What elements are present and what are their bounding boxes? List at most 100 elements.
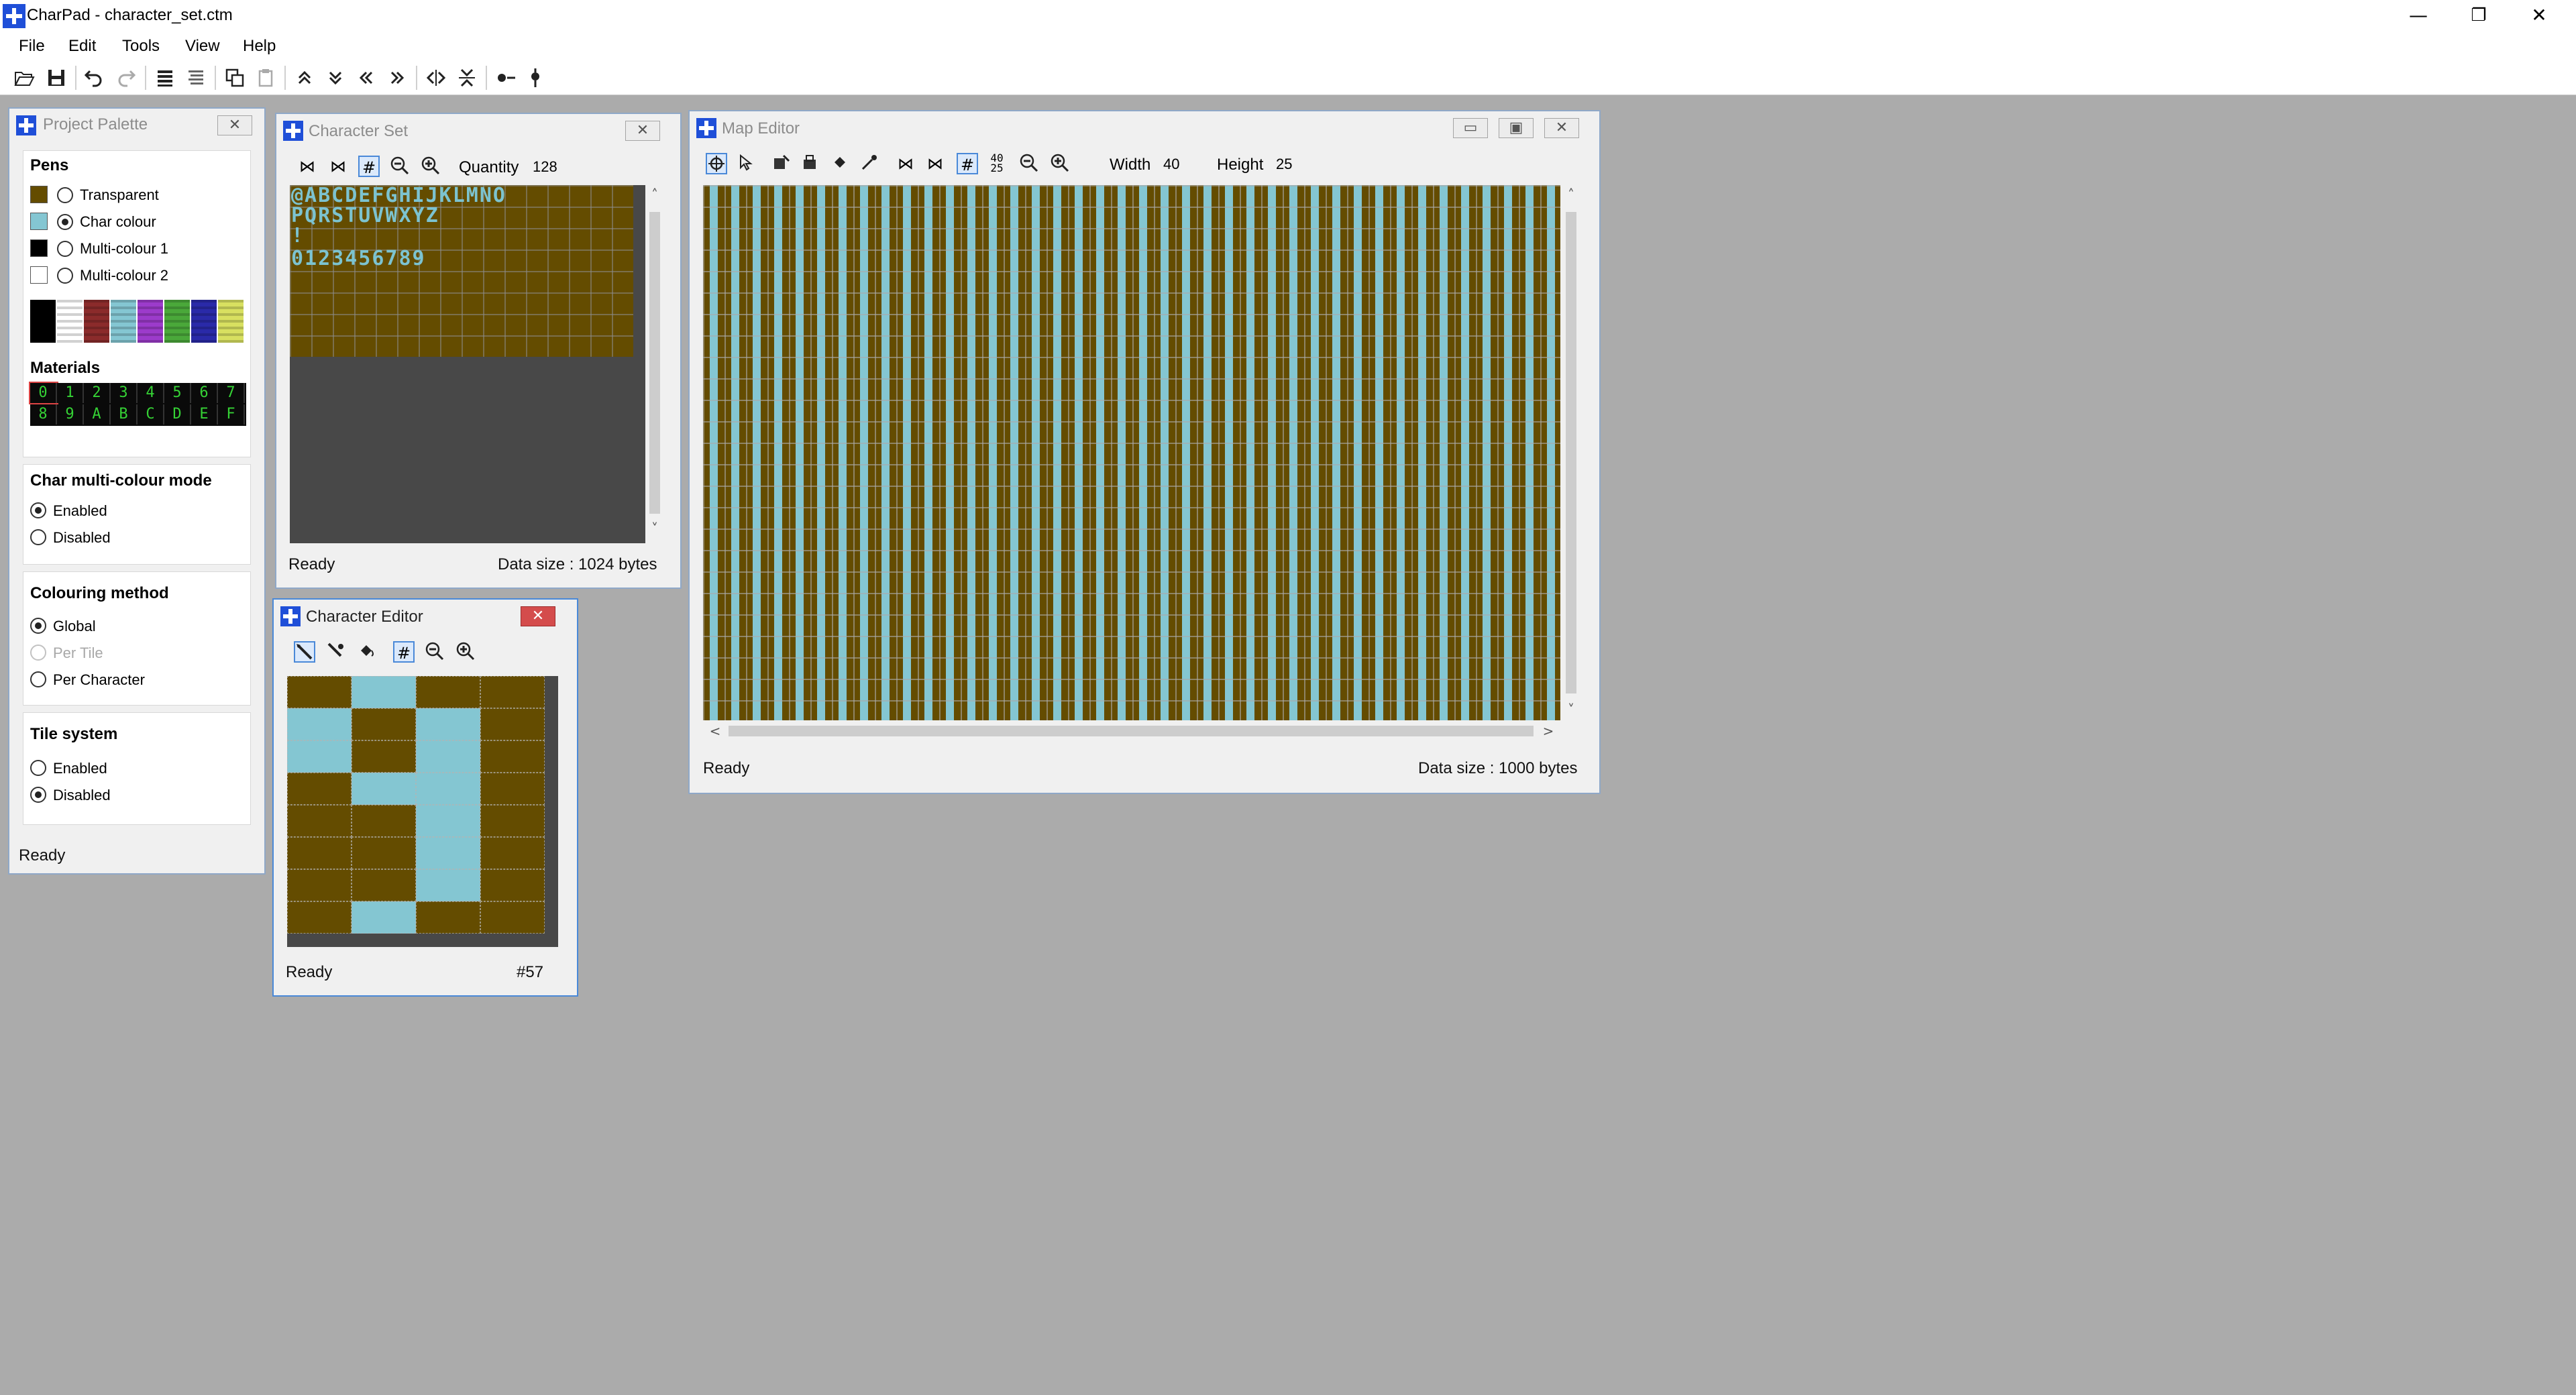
colouring-per-character-radio[interactable] bbox=[30, 671, 46, 687]
character-set-scrollbar[interactable]: ˄ ˅ bbox=[645, 185, 664, 543]
grid-toggle-icon[interactable]: # bbox=[358, 156, 380, 177]
eyedropper-icon[interactable] bbox=[859, 153, 880, 174]
flip-horizontal-icon[interactable] bbox=[425, 67, 447, 89]
grid-toggle-icon[interactable]: # bbox=[957, 153, 978, 174]
pixel-cell[interactable] bbox=[416, 837, 480, 869]
pencil-icon[interactable] bbox=[294, 641, 315, 663]
save-icon[interactable] bbox=[46, 67, 67, 89]
scroll-left-icon[interactable]: < bbox=[707, 723, 723, 739]
material-cell[interactable]: 4 bbox=[138, 383, 164, 403]
pixel-cell[interactable] bbox=[416, 740, 480, 773]
mirror-h-icon[interactable]: ⋈ bbox=[297, 156, 318, 177]
pixel-cell[interactable] bbox=[287, 805, 352, 837]
palette-colour-swatch[interactable] bbox=[218, 300, 244, 343]
pixel-cell[interactable] bbox=[352, 676, 416, 708]
palette-colour-swatch[interactable] bbox=[30, 300, 56, 343]
multicolour-enabled-radio[interactable] bbox=[30, 502, 46, 518]
menu-view[interactable]: View bbox=[185, 37, 220, 56]
pen-radio-multicolour-2[interactable] bbox=[57, 268, 73, 284]
material-cell[interactable]: 1 bbox=[57, 383, 84, 403]
pixel-cell[interactable] bbox=[287, 901, 352, 934]
list-icon[interactable] bbox=[154, 67, 176, 89]
scroll-down-icon[interactable]: ˅ bbox=[645, 520, 664, 537]
scroll-thumb[interactable] bbox=[1566, 212, 1576, 693]
map-canvas[interactable] bbox=[703, 185, 1560, 720]
palette-colour-swatch[interactable] bbox=[164, 300, 190, 343]
character-pixel-editor[interactable] bbox=[287, 676, 558, 947]
pixel-cell[interactable] bbox=[480, 837, 545, 869]
maximize-panel-icon[interactable]: ▣ bbox=[1499, 118, 1534, 138]
map-size-toggle[interactable]: 40 25 bbox=[985, 153, 1009, 174]
pixel-cell[interactable] bbox=[480, 869, 545, 901]
menu-edit[interactable]: Edit bbox=[68, 37, 96, 56]
zoom-in-icon[interactable] bbox=[455, 641, 476, 663]
redo-icon[interactable] bbox=[115, 67, 137, 89]
pixel-grid[interactable] bbox=[287, 676, 545, 934]
material-cell[interactable]: B bbox=[111, 404, 138, 425]
material-cell[interactable]: D bbox=[164, 404, 191, 425]
pixel-cell[interactable] bbox=[416, 901, 480, 934]
pen-swatch-multicolour-2[interactable] bbox=[30, 266, 48, 284]
restore-button[interactable]: ❐ bbox=[2449, 0, 2509, 34]
pixel-cell[interactable] bbox=[416, 869, 480, 901]
pixel-cell[interactable] bbox=[416, 708, 480, 740]
close-button[interactable]: ✕ bbox=[2509, 0, 2569, 34]
map-horizontal-scrollbar[interactable]: < > bbox=[703, 722, 1560, 740]
pixel-cell[interactable] bbox=[287, 773, 352, 805]
paste-icon[interactable] bbox=[255, 67, 276, 89]
pixel-cell[interactable] bbox=[480, 901, 545, 934]
zoom-out-icon[interactable] bbox=[389, 156, 411, 177]
pixel-cell[interactable] bbox=[287, 869, 352, 901]
pixel-cell[interactable] bbox=[416, 805, 480, 837]
close-panel-icon[interactable]: ✕ bbox=[521, 606, 555, 626]
material-cell[interactable]: 8 bbox=[30, 404, 57, 425]
pen-swatch-multicolour-1[interactable] bbox=[30, 239, 48, 257]
scroll-right-icon[interactable]: > bbox=[1540, 723, 1556, 739]
character-grid[interactable]: @ABCDEFGHIJKLMNO PQRSTUVWXYZ ! 012345678… bbox=[290, 185, 633, 357]
menu-file[interactable]: File bbox=[19, 37, 45, 56]
pixel-cell[interactable] bbox=[480, 740, 545, 773]
pixel-cell[interactable] bbox=[480, 773, 545, 805]
tile-disabled-radio[interactable] bbox=[30, 787, 46, 803]
menu-tools[interactable]: Tools bbox=[122, 37, 160, 56]
palette-colour-swatch[interactable] bbox=[111, 300, 136, 343]
scroll-up-icon[interactable]: ˄ bbox=[1562, 186, 1580, 203]
tile-enabled-radio[interactable] bbox=[30, 760, 46, 776]
fill-bucket-icon[interactable] bbox=[829, 153, 851, 174]
pixel-cell[interactable] bbox=[480, 708, 545, 740]
zoom-out-icon[interactable] bbox=[424, 641, 445, 663]
undo-icon[interactable] bbox=[83, 67, 105, 89]
scroll-up-icon[interactable]: ˄ bbox=[645, 186, 664, 203]
grid-toggle-icon[interactable]: # bbox=[393, 641, 415, 663]
pixel-cell[interactable] bbox=[480, 676, 545, 708]
zoom-in-icon[interactable] bbox=[420, 156, 441, 177]
stamp-icon[interactable] bbox=[800, 153, 821, 174]
map-vertical-scrollbar[interactable]: ˄ ˅ bbox=[1562, 185, 1580, 720]
colouring-global-radio[interactable] bbox=[30, 618, 46, 634]
zoom-in-icon[interactable] bbox=[1049, 153, 1071, 174]
pixel-cell[interactable] bbox=[352, 708, 416, 740]
material-cell[interactable]: A bbox=[84, 404, 111, 425]
material-cell[interactable]: 5 bbox=[164, 383, 191, 403]
palette-colour-swatch[interactable] bbox=[191, 300, 217, 343]
material-cell[interactable]: F bbox=[218, 404, 245, 425]
palette-colour-swatch[interactable] bbox=[84, 300, 109, 343]
pixel-cell[interactable] bbox=[287, 708, 352, 740]
pixel-cell[interactable] bbox=[287, 676, 352, 708]
flip-vertical-icon[interactable] bbox=[456, 67, 478, 89]
mirror-v-icon[interactable] bbox=[525, 67, 546, 89]
pixel-cell[interactable] bbox=[352, 869, 416, 901]
menu-help[interactable]: Help bbox=[243, 37, 276, 56]
pixel-cell[interactable] bbox=[352, 740, 416, 773]
pen-swatch-char-colour[interactable] bbox=[30, 213, 48, 230]
brush-icon[interactable] bbox=[770, 153, 792, 174]
shift-down-icon[interactable] bbox=[325, 67, 346, 89]
palette-colour-swatch[interactable] bbox=[138, 300, 163, 343]
close-panel-icon[interactable]: ✕ bbox=[1544, 118, 1579, 138]
close-panel-icon[interactable]: ✕ bbox=[625, 121, 660, 141]
pixel-cell[interactable] bbox=[352, 773, 416, 805]
pixel-cell[interactable] bbox=[352, 901, 416, 934]
mirror-v-icon[interactable]: ⋈ bbox=[924, 153, 946, 174]
quantity-value[interactable]: 128 bbox=[533, 158, 557, 176]
scroll-thumb[interactable] bbox=[729, 726, 1534, 736]
